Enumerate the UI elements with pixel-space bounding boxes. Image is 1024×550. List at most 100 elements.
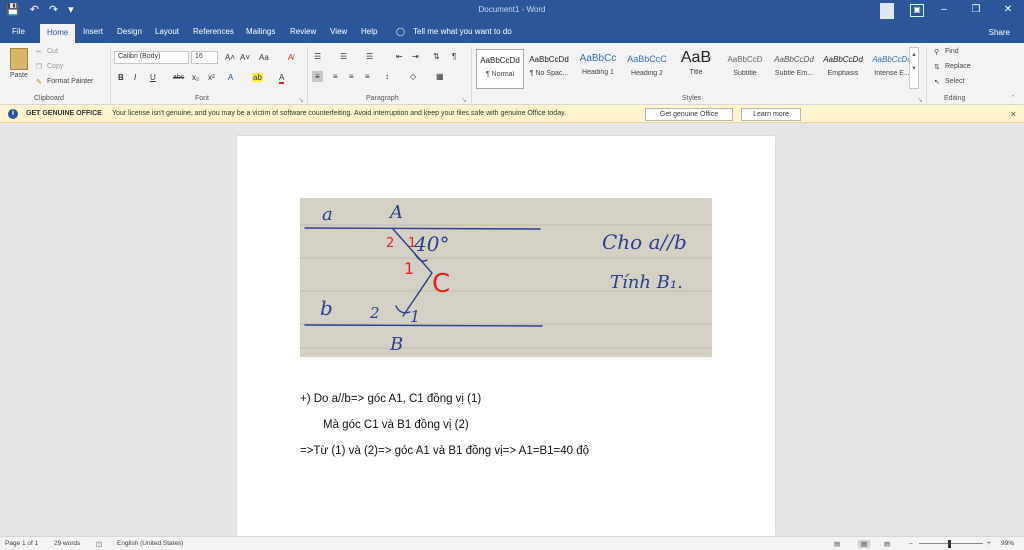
language-indicator[interactable]: English (United States)	[117, 540, 183, 547]
cut-icon: ✂	[36, 49, 42, 56]
align-right-button[interactable]: ≡	[349, 72, 354, 81]
font-name-value: Calibri (Body)	[118, 53, 161, 60]
decrease-indent-button[interactable]: ⇤	[396, 52, 403, 61]
document-paragraph-1[interactable]: +) Do a//b=> góc A1, C1 đồng vị (1)	[300, 393, 481, 405]
find-button[interactable]: Find	[945, 48, 959, 55]
collapse-ribbon-icon[interactable]: ⌃	[1010, 94, 1016, 102]
grow-font-button[interactable]: A˄	[225, 53, 235, 62]
proofing-icon[interactable]: ◫	[96, 540, 102, 548]
borders-button[interactable]: ▦	[436, 72, 444, 81]
handwritten-geometry-photo[interactable]: a A 40° b 2 1 B Cho a//b Tính B₁. 2 1 1 …	[300, 198, 712, 357]
tab-layout[interactable]: Layout	[155, 27, 179, 36]
style-emphasis[interactable]: AaBbCcDd Emphasis	[819, 49, 867, 89]
style-title[interactable]: AaB Title	[672, 49, 720, 89]
text-effects-button[interactable]: A	[228, 73, 233, 82]
style-subtitle[interactable]: AaBbCcD Subtitle	[721, 49, 769, 89]
zoom-in-button[interactable]: +	[987, 540, 991, 547]
document-page[interactable]: a A 40° b 2 1 B Cho a//b Tính B₁. 2 1 1 …	[237, 136, 775, 536]
italic-button[interactable]: I	[134, 73, 136, 82]
font-dialog-launcher-icon[interactable]: ↘	[298, 96, 304, 104]
paste-icon[interactable]	[10, 48, 28, 70]
ribbon-home: Paste ✂ Cut ❐ Copy ✎ Format Painter Clip…	[0, 43, 1024, 105]
close-message-icon[interactable]: ×	[1011, 109, 1016, 119]
tab-help[interactable]: Help	[361, 27, 377, 36]
label-C: C	[432, 269, 450, 299]
get-genuine-office-button[interactable]: Get genuine Office	[645, 108, 733, 121]
share-button[interactable]: Share	[989, 28, 1010, 37]
shading-button[interactable]: ◇	[410, 72, 416, 81]
font-size-dropdown[interactable]: 16	[191, 51, 218, 64]
minimize-button[interactable]: –	[928, 0, 960, 22]
restore-button[interactable]: ❐	[960, 0, 992, 22]
styles-scroll[interactable]: ▲ ▼	[909, 47, 919, 89]
ribbon-tabs: File Home Insert Design Layout Reference…	[0, 22, 1024, 43]
zoom-slider-thumb[interactable]	[948, 540, 951, 548]
document-paragraph-3[interactable]: =>Từ (1) và (2)=> góc A1 và B1 đồng vị=>…	[300, 445, 589, 457]
page-count[interactable]: Page 1 of 1	[5, 540, 38, 547]
clear-formatting-button[interactable]: A̸	[288, 53, 293, 62]
subscript-button[interactable]: x₂	[192, 73, 199, 82]
print-layout-icon[interactable]: ▤	[858, 540, 871, 548]
select-button[interactable]: Select	[945, 78, 964, 85]
center-button[interactable]: ≡	[333, 72, 338, 81]
tab-view[interactable]: View	[330, 27, 347, 36]
font-name-dropdown[interactable]: Calibri (Body)	[114, 51, 189, 64]
zoom-level[interactable]: 99%	[1001, 540, 1014, 547]
replace-button[interactable]: Replace	[945, 63, 971, 70]
paragraph-group-label: Paragraph	[366, 95, 399, 102]
read-mode-icon[interactable]: ▤	[834, 540, 840, 548]
style-heading-1[interactable]: AaBbCc Heading 1	[574, 49, 622, 89]
title-bar: 💾 ↶ ↷ ▾ Document1 - Word ▣ – ❐ ✕	[0, 0, 1024, 22]
align-left-button[interactable]: ≡	[312, 71, 323, 82]
web-layout-icon[interactable]: ▤	[884, 540, 890, 548]
paste-button[interactable]: Paste	[10, 72, 28, 79]
numbering-button[interactable]: ☰	[340, 52, 347, 61]
account-avatar[interactable]	[880, 3, 894, 19]
superscript-button[interactable]: x²	[208, 73, 215, 82]
underline-button[interactable]: U	[150, 73, 156, 82]
highlight-button[interactable]: ab	[252, 73, 263, 82]
format-painter-button[interactable]: Format Painter	[47, 78, 93, 85]
style-no-spacing[interactable]: AaBbCcDd ¶ No Spac...	[525, 49, 573, 89]
label-a: a	[322, 204, 333, 225]
line-spacing-button[interactable]: ↕	[385, 72, 389, 81]
copy-button[interactable]: Copy	[47, 63, 63, 70]
shrink-font-button[interactable]: A˅	[240, 53, 250, 62]
font-size-value: 16	[195, 53, 203, 60]
document-paragraph-2[interactable]: Mà góc C1 và B1 đồng vị (2)	[323, 419, 469, 431]
increase-indent-button[interactable]: ⇥	[412, 52, 419, 61]
zoom-out-button[interactable]: –	[909, 540, 913, 547]
change-case-button[interactable]: Aa	[259, 53, 269, 62]
style-normal[interactable]: AaBbCcDd ¶ Normal	[476, 49, 524, 89]
tab-file[interactable]: File	[12, 27, 25, 36]
multilevel-list-button[interactable]: ☰	[366, 52, 373, 61]
tab-home[interactable]: Home	[40, 24, 76, 43]
zoom-slider[interactable]	[919, 543, 983, 544]
tab-insert[interactable]: Insert	[83, 27, 103, 36]
word-count[interactable]: 29 words	[54, 540, 80, 547]
paragraph-dialog-launcher-icon[interactable]: ↘	[461, 96, 467, 104]
style-heading-2[interactable]: AaBbCcC Heading 2	[623, 49, 671, 89]
bullets-button[interactable]: ☰	[314, 52, 321, 61]
tab-design[interactable]: Design	[117, 27, 142, 36]
style-preview: AaBbCcDd	[823, 55, 863, 64]
tell-me-search[interactable]: Tell me what you want to do	[413, 27, 512, 36]
style-name: Subtitle	[733, 70, 757, 77]
label-2-bottom: 2	[369, 304, 380, 322]
style-preview: AaBbCcDd	[480, 56, 520, 65]
tab-references[interactable]: References	[193, 27, 234, 36]
cut-button[interactable]: Cut	[47, 48, 58, 55]
close-button[interactable]: ✕	[992, 0, 1024, 22]
tab-mailings[interactable]: Mailings	[246, 27, 275, 36]
bold-button[interactable]: B	[118, 73, 124, 82]
show-formatting-button[interactable]: ¶	[452, 52, 456, 61]
font-color-button[interactable]: A	[279, 73, 285, 84]
style-subtle-emphasis[interactable]: AaBbCcDd Subtle Em...	[770, 49, 818, 89]
ribbon-display-options-icon[interactable]: ▣	[910, 4, 924, 17]
strikethrough-button[interactable]: abc	[173, 74, 184, 81]
learn-more-button[interactable]: Learn more	[741, 108, 801, 121]
styles-dialog-launcher-icon[interactable]: ↘	[917, 96, 923, 104]
sort-button[interactable]: ⇅	[433, 52, 440, 61]
tab-review[interactable]: Review	[290, 27, 316, 36]
justify-button[interactable]: ≡	[365, 72, 370, 81]
